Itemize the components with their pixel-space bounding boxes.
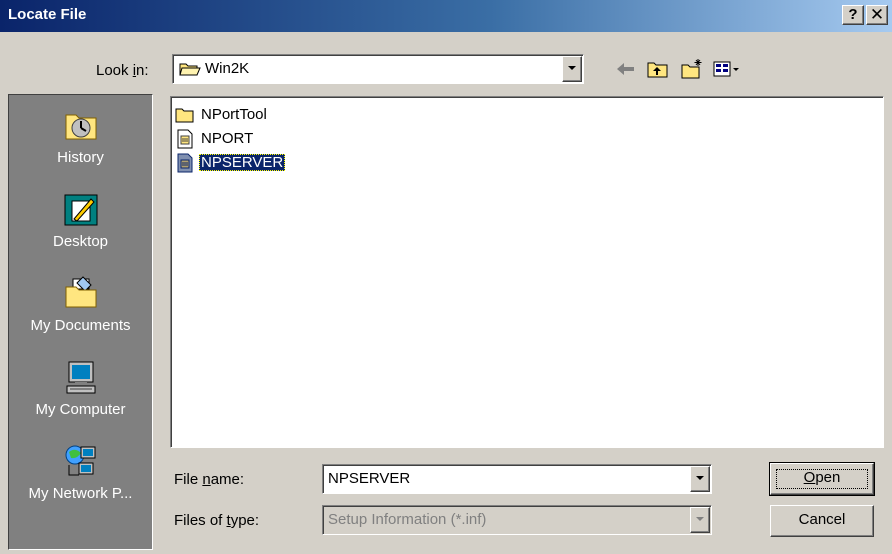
look-in-combo[interactable]: Win2K (172, 54, 584, 84)
place-label: My Documents (30, 317, 131, 334)
back-arrow-icon[interactable] (614, 58, 638, 80)
places-bar: History Desktop My Documents My Computer… (8, 94, 153, 550)
folder-icon (175, 108, 194, 123)
window-title: Locate File (8, 6, 87, 23)
new-folder-icon[interactable] (680, 58, 704, 80)
file-name-label: File name: (174, 471, 245, 488)
my-documents-icon (65, 276, 97, 308)
place-label: Desktop (52, 233, 109, 250)
cancel-button[interactable]: Cancel (770, 505, 874, 537)
place-my-documents[interactable]: My Documents (9, 267, 152, 351)
file-name-dropdown-button[interactable] (690, 466, 710, 492)
chevron-down-icon (696, 476, 704, 480)
place-my-computer[interactable]: My Computer (9, 351, 152, 435)
setup-info-file-icon (177, 129, 193, 149)
desktop-icon (64, 194, 98, 226)
up-folder-icon[interactable] (646, 58, 670, 80)
chevron-down-icon (568, 66, 576, 70)
files-of-type-combo: Setup Information (*.inf) (322, 505, 712, 535)
network-places-icon (65, 445, 96, 476)
file-name-input[interactable]: NPSERVER (328, 470, 410, 487)
place-desktop[interactable]: Desktop (9, 183, 152, 267)
locate-file-dialog: Locate File ? ✕ Look in: Win2K History D… (0, 0, 892, 554)
my-computer-icon (66, 361, 96, 394)
help-button[interactable]: ? (842, 5, 864, 25)
file-name: NPORT (201, 130, 254, 147)
look-in-label: Look in: (96, 62, 149, 79)
file-name-combo[interactable]: NPSERVER (322, 464, 712, 494)
files-of-type-label: Files of type: (174, 512, 260, 529)
setup-info-file-icon (177, 153, 193, 173)
view-menu-icon[interactable] (712, 58, 742, 80)
file-list[interactable]: NPortTool NPORT NPSERVER (170, 96, 884, 448)
place-network[interactable]: My Network P... (9, 435, 152, 519)
close-button[interactable]: ✕ (866, 5, 888, 25)
place-label: My Network P... (28, 485, 133, 502)
file-name: NPSERVER (199, 154, 286, 171)
files-of-type-value: Setup Information (*.inf) (328, 511, 487, 528)
place-label: My Computer (35, 401, 126, 418)
chevron-down-icon (696, 517, 704, 521)
history-icon (65, 114, 97, 140)
look-in-dropdown-button[interactable] (562, 56, 582, 82)
open-button[interactable]: Open (769, 462, 875, 496)
place-history[interactable]: History (9, 99, 152, 183)
title-bar[interactable]: Locate File ? ✕ (0, 0, 892, 32)
focus-rectangle (776, 469, 868, 489)
place-label: History (57, 149, 104, 166)
file-name: NPortTool (201, 106, 267, 123)
look-in-value: Win2K (205, 60, 250, 77)
files-of-type-dropdown-button (690, 507, 710, 533)
folder-open-icon (179, 63, 201, 76)
